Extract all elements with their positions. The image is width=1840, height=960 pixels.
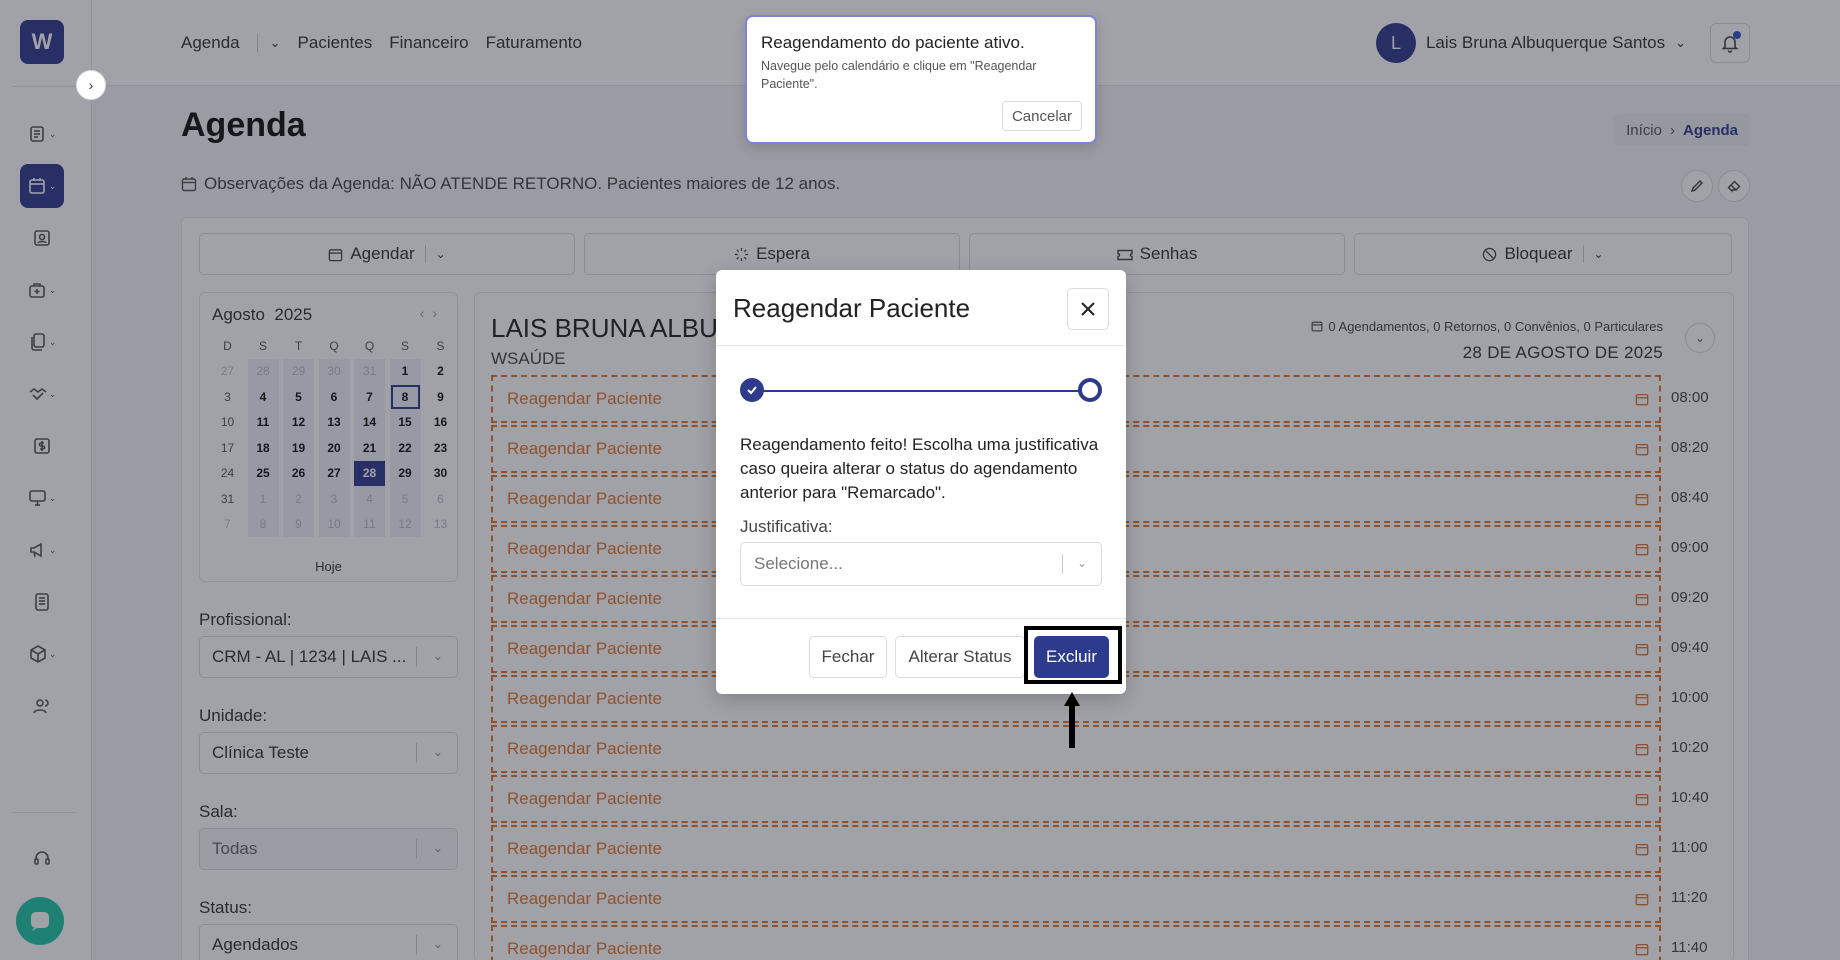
fechar-button[interactable]: Fechar (809, 636, 887, 678)
step-completed (740, 378, 764, 402)
justificativa-label: Justificativa: (740, 517, 833, 536)
modal-close-button[interactable] (1067, 288, 1109, 330)
select-separator (1062, 554, 1063, 574)
arrow-up-icon (1064, 692, 1080, 748)
toast-title: Reagendamento do paciente ativo. (761, 33, 1025, 52)
check-icon (747, 386, 757, 395)
modal-message: Reagendamento feito! Escolha uma justifi… (740, 435, 1099, 502)
toast-cancel-button[interactable]: Cancelar (1001, 101, 1082, 131)
chevron-down-icon: ⌄ (1076, 556, 1087, 570)
sidebar-toggle-button[interactable]: › (76, 70, 106, 100)
toast-text: Navegue pelo calendário e clique em "Rea… (761, 59, 1037, 91)
modal-divider (716, 618, 1126, 619)
step-current (1078, 378, 1102, 402)
stepper-line (752, 390, 1090, 392)
modal-divider (716, 345, 1126, 346)
chevron-right-icon: › (88, 77, 94, 93)
justificativa-placeholder: Selecione... (754, 554, 843, 573)
modal-title: Reagendar Paciente (733, 293, 971, 323)
close-icon (1081, 302, 1095, 316)
rescheduling-toast: Reagendamento do paciente ativo. Navegue… (745, 15, 1097, 144)
stepper (740, 378, 1102, 404)
highlight-box (1024, 626, 1122, 684)
justificativa-select[interactable]: Selecione... ⌄ (740, 542, 1102, 586)
alterar-status-button[interactable]: Alterar Status (895, 636, 1025, 678)
